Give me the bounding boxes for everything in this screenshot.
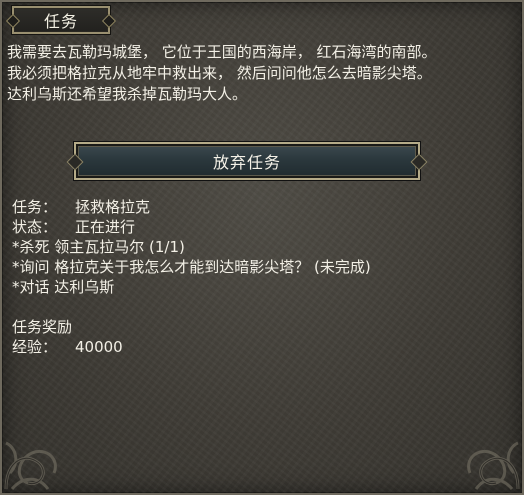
quest-name-value: 拯救格拉克 <box>75 198 151 216</box>
abandon-quest-button[interactable]: 放弃任务 <box>66 142 428 180</box>
quest-status-key: 状态： <box>12 218 58 236</box>
button-ornament-right-icon <box>410 153 428 171</box>
rewards-heading: 任务奖励 <box>12 318 73 336</box>
description-line: 达利乌斯还希望我杀掉瓦勒玛大人。 <box>7 85 248 103</box>
panel-title: 任务 <box>43 12 78 31</box>
button-ornament-left-icon <box>66 153 84 171</box>
tab-ornament-left-icon <box>5 13 21 29</box>
quest-panel: 任务 我需要去瓦勒玛城堡， 它位于王国的西海岸， 红石海湾的南部。 我必须把格拉… <box>0 0 524 495</box>
celtic-knot-icon <box>467 441 520 491</box>
quest-name-key: 任务： <box>12 198 58 216</box>
xp-key: 经验： <box>12 338 58 356</box>
description-line: 我必须把格拉克从地牢中救出来， 然后问问他怎么去暗影尖塔。 <box>7 64 432 82</box>
quest-title-tab: 任务 <box>5 6 117 34</box>
tab-ornament-right-icon <box>101 13 117 29</box>
quest-info: 任务： 拯救格拉克 状态： 正在进行 *杀死 领主瓦拉马尔 (1/1) *询问 … <box>12 197 371 297</box>
quest-objective: *对话 达利乌斯 <box>12 278 115 296</box>
quest-status-value: 正在进行 <box>75 218 136 236</box>
quest-objective: *杀死 领主瓦拉马尔 (1/1) <box>12 238 185 256</box>
xp-row: 经验： 40000 <box>12 337 123 357</box>
xp-value: 40000 <box>75 338 123 356</box>
description-line: 我需要去瓦勒玛城堡， 它位于王国的西海岸， 红石海湾的南部。 <box>7 43 437 61</box>
quest-description: 我需要去瓦勒玛城堡， 它位于王国的西海岸， 红石海湾的南部。 我必须把格拉克从地… <box>7 42 521 105</box>
abandon-quest-label: 放弃任务 <box>212 153 281 172</box>
celtic-knot-icon <box>4 441 57 491</box>
quest-name-row: 任务： 拯救格拉克 <box>12 197 371 217</box>
quest-objective: *询问 格拉克关于我怎么才能到达暗影尖塔？ (未完成) <box>12 258 371 276</box>
quest-rewards: 任务奖励 经验： 40000 <box>12 317 123 357</box>
quest-status-row: 状态： 正在进行 <box>12 217 371 237</box>
